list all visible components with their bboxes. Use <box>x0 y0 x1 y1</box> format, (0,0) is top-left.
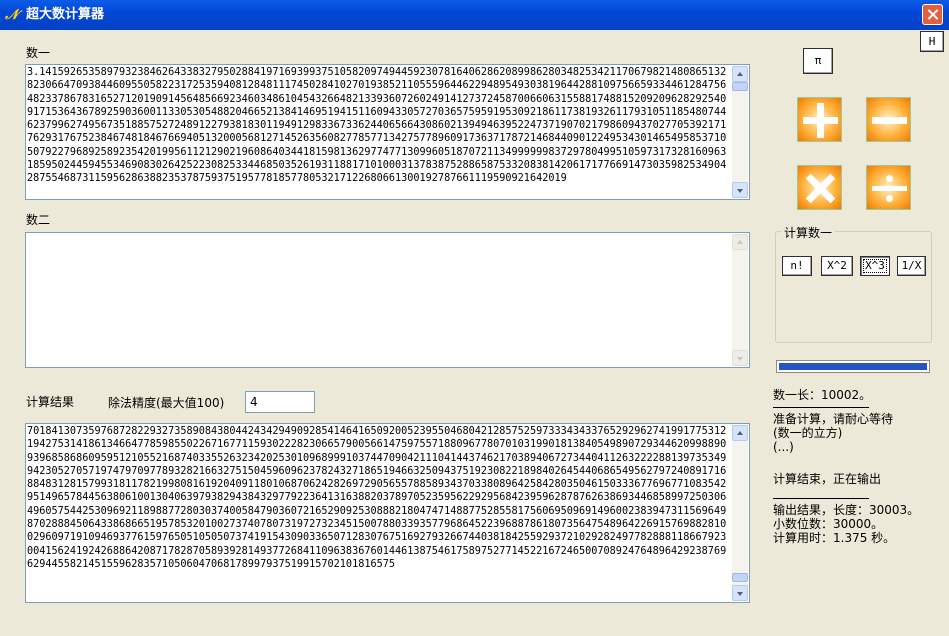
app-icon: 𝒩 <box>5 7 19 23</box>
scroll-up-button[interactable] <box>732 425 748 441</box>
result-text: 7018413073597687282293273589084380442434… <box>27 426 727 570</box>
scroll-down-button[interactable] <box>732 350 748 366</box>
divide-dot-top <box>886 175 893 182</box>
scroll-down-button[interactable] <box>732 585 748 601</box>
window-title: 超大数计算器 <box>26 7 105 22</box>
log-line: 数一长：10002。 <box>773 388 872 402</box>
log-divider <box>773 498 869 499</box>
num2-text <box>27 234 730 366</box>
divide-icon <box>872 186 907 191</box>
pi-button[interactable]: π <box>803 48 833 74</box>
close-button[interactable] <box>922 4 943 25</box>
scroll-thumb[interactable] <box>732 82 748 91</box>
cube-button[interactable]: X^3 <box>860 256 890 276</box>
scroll-up-button[interactable] <box>732 66 748 82</box>
scroll-up-button[interactable] <box>732 234 748 250</box>
multiply-button[interactable] <box>797 165 842 210</box>
result-scrollbar[interactable] <box>732 425 748 601</box>
status-log: 数一长：10002。准备计算，请耐心等待 (数一的立方) (...) 计算结束，正在输… <box>773 388 943 545</box>
result-field[interactable]: 7018413073597687282293273589084380442434… <box>25 423 750 603</box>
num2-field[interactable] <box>25 232 750 368</box>
num2-label: 数二 <box>26 213 51 227</box>
help-button[interactable]: H <box>920 31 944 52</box>
log-line: (数一的立方) <box>773 426 843 440</box>
title-bar[interactable]: 𝒩 超大数计算器 <box>0 0 949 30</box>
unary-ops-group <box>775 231 932 343</box>
precision-label: 除法精度(最大值100) <box>108 396 225 410</box>
log-divider <box>773 407 869 408</box>
log-line: 小数位数：30000。 <box>773 517 884 531</box>
result-label: 计算结果 <box>26 395 75 409</box>
divide-dot-bottom <box>886 195 893 202</box>
log-line: 计算结束，正在输出 <box>773 472 882 486</box>
num2-scrollbar[interactable] <box>732 234 748 366</box>
num1-field[interactable]: 3.14159265358979323846264338327950288419… <box>25 64 750 200</box>
log-line: 计算用时：1.375 秒。 <box>773 531 896 545</box>
log-line: 准备计算，请耐心等待 <box>773 412 894 426</box>
subtract-button[interactable] <box>866 97 911 142</box>
progress-bar <box>776 360 930 373</box>
scroll-down-button[interactable] <box>732 182 748 198</box>
square-button[interactable]: X^2 <box>821 256 853 276</box>
log-line: 输出结果，长度：30003。 <box>773 503 920 517</box>
plus-icon-vertical <box>817 103 824 138</box>
reciprocal-button[interactable]: 1/X <box>897 256 926 276</box>
num1-label: 数一 <box>26 46 51 60</box>
num1-text: 3.14159265358979323846264338327950288419… <box>27 67 727 185</box>
scroll-thumb[interactable] <box>732 573 748 582</box>
unary-ops-title: 计算数一 <box>781 224 836 241</box>
minus-icon <box>872 117 907 124</box>
num1-scrollbar[interactable] <box>732 66 748 198</box>
add-button[interactable] <box>797 97 842 142</box>
log-line: (...) <box>773 440 794 454</box>
precision-input[interactable]: 4 <box>245 391 315 413</box>
factorial-button[interactable]: n! <box>782 256 812 276</box>
divide-button[interactable] <box>866 165 911 210</box>
progress-fill <box>779 363 927 370</box>
